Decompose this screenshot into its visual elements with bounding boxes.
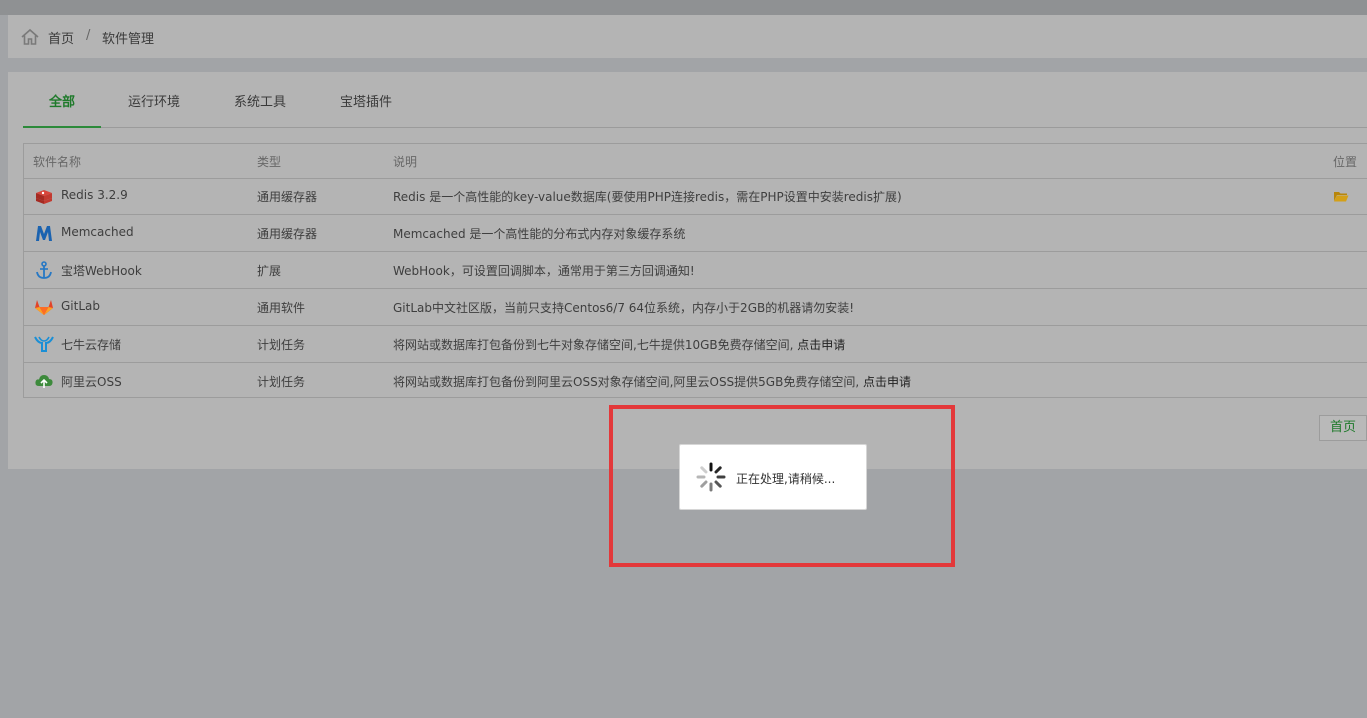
software-name: GitLab xyxy=(61,299,100,313)
category-tabs: 全部 运行环境 系统工具 宝塔插件 xyxy=(23,86,1367,128)
software-name: Memcached xyxy=(61,225,134,239)
top-strip xyxy=(0,0,1367,15)
loading-message: 正在处理,请稍候... xyxy=(736,472,836,486)
breadcrumb-separator: / xyxy=(86,28,91,43)
software-type: 通用缓存器 xyxy=(257,190,318,204)
software-type: 扩展 xyxy=(257,264,282,278)
software-desc: Memcached 是一个高性能的分布式内存对象缓存系统 xyxy=(393,225,685,242)
apply-link[interactable]: 点击申请 xyxy=(797,338,845,352)
table-row[interactable]: 宝塔WebHook 扩展 WebHook，可设置回调脚本，通常用于第三方回调通知… xyxy=(24,252,1367,289)
header-type: 类型 xyxy=(257,155,282,169)
desc-text: 将网站或数据库打包备份到七牛对象存储空间,七牛提供10GB免费存储空间, xyxy=(393,338,798,352)
gitlab-icon xyxy=(35,300,53,315)
folder-open-icon[interactable] xyxy=(1333,189,1349,203)
desc-text: WebHook，可设置回调脚本，通常用于第三方回调通知! xyxy=(393,264,695,278)
desc-text: Redis 是一个高性能的key-value数据库(要使用PHP连接redis，… xyxy=(393,190,902,204)
software-desc: 将网站或数据库打包备份到阿里云OSS对象存储空间,阿里云OSS提供5GB免费存储… xyxy=(393,373,911,390)
table-row[interactable]: 阿里云OSS 计划任务 将网站或数据库打包备份到阿里云OSS对象存储空间,阿里云… xyxy=(24,363,1367,400)
breadcrumb: 首页 / 软件管理 xyxy=(8,15,1367,58)
pagination-first-button[interactable]: 首页 xyxy=(1319,415,1367,441)
header-desc: 说明 xyxy=(393,155,418,169)
breadcrumb-home-link[interactable]: 首页 xyxy=(48,28,74,47)
desc-text: 将网站或数据库打包备份到阿里云OSS对象存储空间,阿里云OSS提供5GB免费存储… xyxy=(393,375,863,389)
software-name: 阿里云OSS xyxy=(61,375,122,389)
desc-text: GitLab中文社区版，当前只支持Centos6/7 64位系统，内存小于2GB… xyxy=(393,301,855,315)
table-row[interactable]: 七牛云存储 计划任务 将网站或数据库打包备份到七牛对象存储空间,七牛提供10GB… xyxy=(24,326,1367,363)
breadcrumb-current: 软件管理 xyxy=(102,32,155,47)
software-desc: GitLab中文社区版，当前只支持Centos6/7 64位系统，内存小于2GB… xyxy=(393,299,854,316)
anchor-icon xyxy=(36,261,52,279)
header-location: 位置 xyxy=(1333,155,1358,169)
tab-bt-plugins[interactable]: 宝塔插件 xyxy=(327,86,405,126)
apply-link[interactable]: 点击申请 xyxy=(863,375,911,389)
tab-all[interactable]: 全部 xyxy=(23,86,101,128)
home-icon[interactable] xyxy=(20,27,40,47)
table-row[interactable]: Redis 3.2.9 通用缓存器 Redis 是一个高性能的key-value… xyxy=(24,178,1367,215)
aliyun-oss-icon xyxy=(35,375,53,388)
redis-icon xyxy=(36,190,52,204)
software-name: 宝塔WebHook xyxy=(61,264,142,278)
software-type: 通用缓存器 xyxy=(257,227,318,241)
header-name: 软件名称 xyxy=(33,155,82,169)
software-desc: WebHook，可设置回调脚本，通常用于第三方回调通知! xyxy=(393,262,695,279)
loading-spinner-icon xyxy=(696,462,726,492)
software-type: 计划任务 xyxy=(257,375,306,389)
software-name: Redis 3.2.9 xyxy=(61,188,128,202)
software-type: 计划任务 xyxy=(257,338,306,352)
table-header: 软件名称 类型 说明 位置 xyxy=(24,144,1367,179)
software-type: 通用软件 xyxy=(257,301,306,315)
table-row[interactable]: Memcached 通用缓存器 Memcached 是一个高性能的分布式内存对象… xyxy=(24,215,1367,252)
page: 首页 / 软件管理 全部 运行环境 系统工具 宝塔插件 软件名称 类型 说明 位… xyxy=(0,0,1367,718)
qiniu-icon xyxy=(34,336,54,352)
software-table: 软件名称 类型 说明 位置 Redis 3.2.9 通用缓存器 Redis 是一… xyxy=(23,143,1367,398)
desc-text: Memcached 是一个高性能的分布式内存对象缓存系统 xyxy=(393,227,686,241)
table-row[interactable]: GitLab 通用软件 GitLab中文社区版，当前只支持Centos6/7 6… xyxy=(24,289,1367,326)
software-desc: 将网站或数据库打包备份到七牛对象存储空间,七牛提供10GB免费存储空间, 点击申… xyxy=(393,336,845,353)
tab-runtime[interactable]: 运行环境 xyxy=(115,86,193,126)
tab-system-tools[interactable]: 系统工具 xyxy=(221,86,299,126)
software-desc: Redis 是一个高性能的key-value数据库(要使用PHP连接redis，… xyxy=(393,188,902,205)
software-name: 七牛云存储 xyxy=(61,338,122,352)
memcached-icon xyxy=(36,226,52,241)
loading-dialog: 正在处理,请稍候... xyxy=(679,444,867,510)
